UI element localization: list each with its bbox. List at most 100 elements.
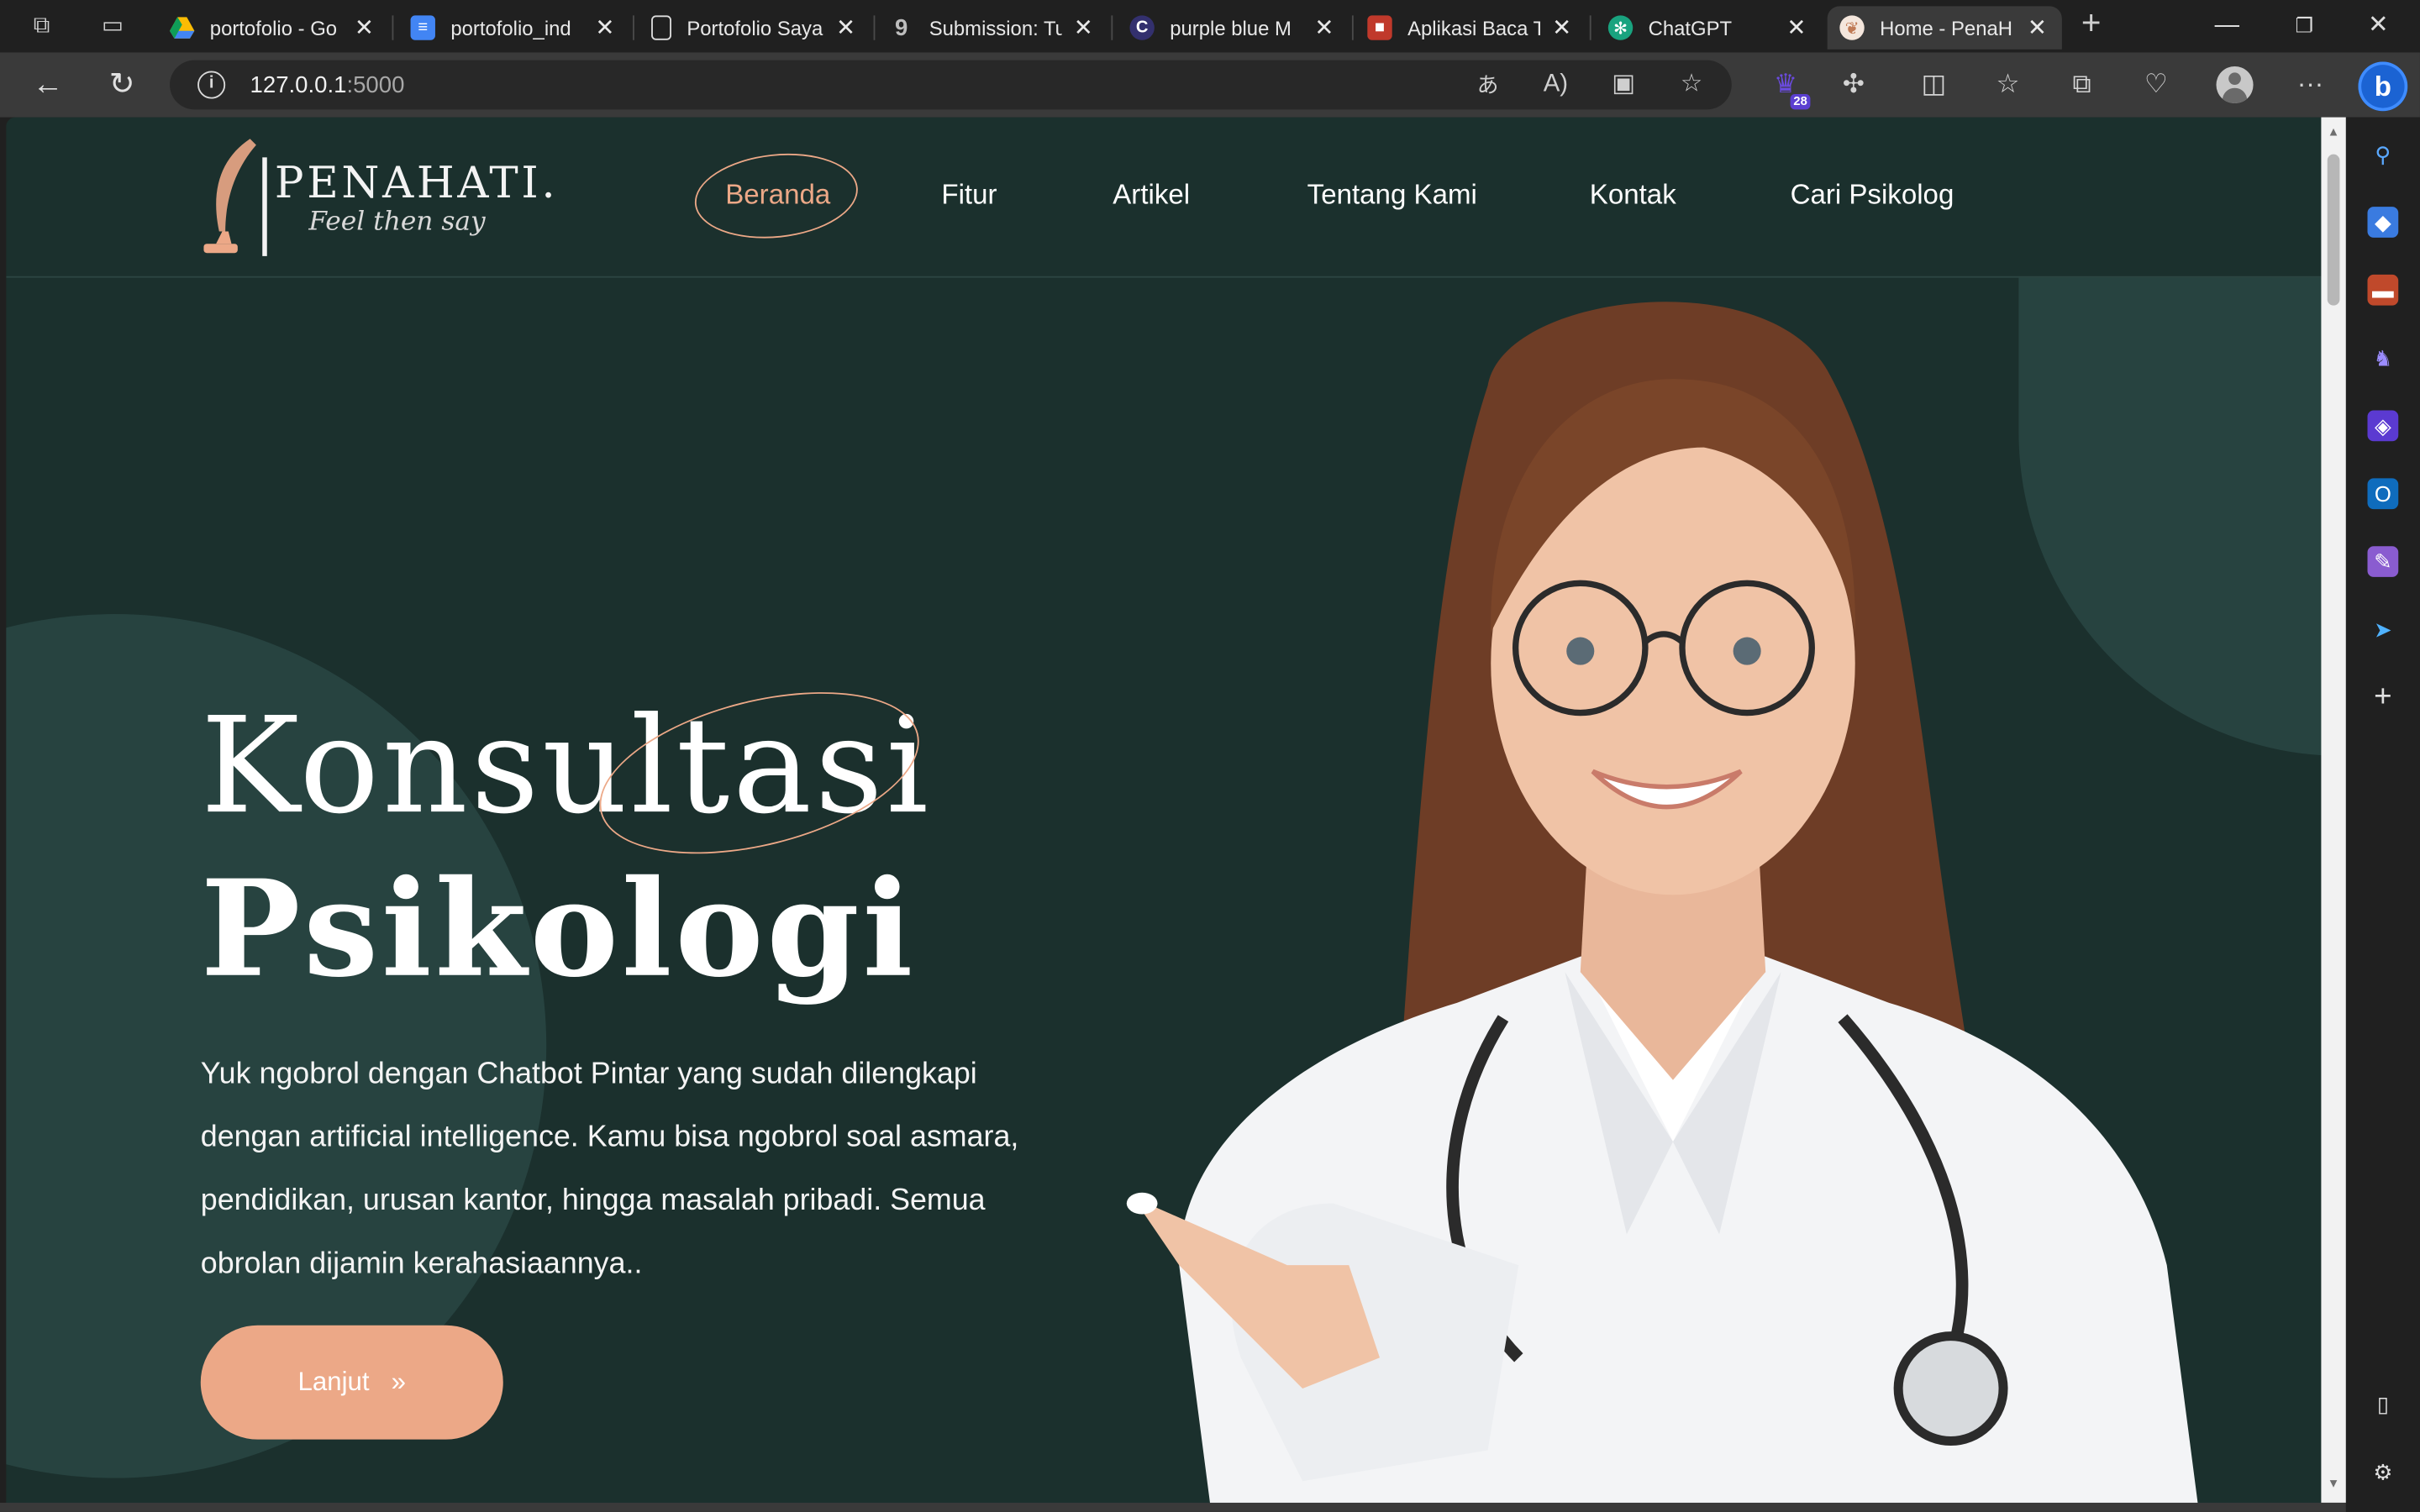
tab-separator [1351,15,1354,40]
edge-sidebar: ⚲ ◆ ▬ ♞ ◈ O ✎ ➤ + ▯ ⚙ [2345,117,2420,1512]
tab-title: portofolio - Go [209,16,338,39]
split-screen-icon[interactable]: ◫ [1917,68,1950,102]
back-icon[interactable]: ← [31,68,65,102]
tab-home-penahati[interactable]: ❦ Home - PenaH ✕ [1827,6,2062,50]
dicoding-icon: 9 [894,14,908,41]
site-header: PENAHATI. Feel then say Beranda Fitur Ar… [6,118,2322,278]
hide-sidebar-icon[interactable]: ▯ [2367,1389,2398,1420]
page-viewport: PENAHATI. Feel then say Beranda Fitur Ar… [6,117,2322,1503]
window-bottom-edge [0,1502,2346,1512]
canva-icon: C [1129,15,1155,40]
scroll-down-icon[interactable]: ▼ [2326,1478,2341,1491]
hero-title-line2: Psikologi [200,851,917,1008]
tab-aplikasi[interactable]: ■ Aplikasi Baca T ✕ [1355,6,1587,49]
address-bar[interactable]: i 127.0.0.1:5000 あ A) ▣ ☆ [170,60,1732,110]
extensions-puzzle-icon[interactable]: ✣ [1837,68,1870,102]
settings-gear-icon[interactable]: ⚙ [2367,1457,2398,1488]
tab-chatgpt[interactable]: ✻ ChatGPT ✕ [1596,6,1821,49]
hero-description: Yuk ngobrol dengan Chatbot Pintar yang s… [200,1057,1019,1281]
close-window-icon[interactable]: ✕ [2361,9,2395,43]
restore-icon[interactable]: ❐ [2287,9,2321,43]
tab-google-docs[interactable]: ≡ portofolio_ind ✕ [398,6,630,49]
tab-title: ChatGPT [1648,16,1733,39]
tab-submission[interactable]: 9 Submission: Tu ✕ [876,6,1108,49]
new-tab-icon[interactable]: + [2077,5,2105,39]
translate-icon[interactable]: あ [1472,70,1503,101]
extension-icon[interactable]: ♛ 28 [1769,68,1811,110]
browser-window: ⧉ ▭ portofolio - Go ✕ ≡ portofolio_ind ✕… [0,0,2420,1512]
performance-icon[interactable]: ♡ [2139,68,2173,102]
tab-title: Submission: Tu [929,16,1062,39]
outlook-icon[interactable]: O [2367,478,2399,510]
tab-separator [392,15,394,40]
scrollbar-thumb[interactable] [2327,154,2340,306]
tab-title: Portofolio Saya [687,16,823,39]
favorite-star-icon[interactable]: ☆ [1676,70,1707,101]
tab-portfolio[interactable]: Portofolio Saya ✕ [639,6,871,49]
close-tab-icon[interactable]: ✕ [2025,14,2049,41]
chatgpt-icon: ✻ [1607,15,1634,40]
designer-icon[interactable]: ✎ [2367,546,2399,577]
more-icon[interactable]: ··· [2293,68,2327,102]
minimize-icon[interactable]: — [2210,9,2244,43]
nav-cari-psikolog[interactable]: Cari Psikolog [1791,179,1954,212]
tab-title: portofolio_ind [450,16,571,39]
toolbar: ← ↻ i 127.0.0.1:5000 あ A) ▣ ☆ ♛ 28 ✣ ◫ ☆ … [0,52,2420,118]
tab-separator [633,15,634,40]
close-tab-icon[interactable]: ✕ [1071,14,1096,41]
site-info-icon[interactable]: i [197,71,226,99]
nav-artikel[interactable]: Artikel [1113,179,1190,212]
games-icon[interactable]: ♞ [2367,343,2398,374]
microsoft-365-icon[interactable]: ◈ [2367,410,2399,442]
nav-kontak[interactable]: Kontak [1590,179,1676,212]
nav-tentang-kami[interactable]: Tentang Kami [1307,179,1477,212]
document-icon [651,15,671,40]
favorites-icon[interactable]: ☆ [1991,68,2024,102]
shopping-tag-icon[interactable]: ◆ [2367,207,2399,238]
tab-strip: ⧉ ▭ portofolio - Go ✕ ≡ portofolio_ind ✕… [0,0,2420,53]
search-icon[interactable]: ⚲ [2367,139,2398,170]
close-tab-icon[interactable]: ✕ [834,14,858,41]
close-tab-icon[interactable]: ✕ [1549,14,1574,41]
nav-beranda[interactable]: Beranda [725,179,830,212]
tab-separator [873,15,876,40]
lanjut-label: Lanjut [297,1367,370,1397]
lanjut-button[interactable]: Lanjut » [200,1325,503,1440]
close-tab-icon[interactable]: ✕ [1312,14,1336,41]
url-host: 127.0.0.1 [250,72,347,99]
tab-actions-icon[interactable]: ▭ [99,13,127,40]
tab-separator [1589,15,1591,40]
immersive-reader-icon[interactable]: ▣ [1608,70,1639,101]
site-logo[interactable]: PENAHATI. Feel then say [194,136,555,260]
read-aloud-icon[interactable]: A) [1540,70,1571,101]
url-text[interactable]: 127.0.0.1:5000 [250,72,405,98]
close-tab-icon[interactable]: ✕ [1784,14,1808,41]
profile-avatar[interactable] [2216,66,2254,104]
workspaces-icon[interactable]: ⧉ [28,13,55,40]
google-drive-icon [170,15,195,39]
close-tab-icon[interactable]: ✕ [592,14,617,41]
extension-badge: 28 [1790,94,1811,110]
page-scrollbar[interactable]: ▲ ▼ [2321,117,2346,1503]
drop-send-icon[interactable]: ➤ [2367,614,2398,645]
tab-title: purple blue M [1170,16,1292,39]
nav-fitur[interactable]: Fitur [941,179,997,212]
close-tab-icon[interactable]: ✕ [352,14,376,41]
refresh-icon[interactable]: ↻ [105,68,139,102]
copilot-icon[interactable]: b [2358,61,2408,112]
double-chevron-right-icon: » [391,1367,407,1397]
tab-separator [1111,15,1113,40]
doctor-photo [1126,302,2198,1503]
tab-google-drive[interactable]: portofolio - Go ✕ [157,6,389,49]
logo-tagline: Feel then say [308,207,486,238]
app-icon: ■ [1367,15,1392,40]
google-docs-icon: ≡ [410,15,435,40]
tools-briefcase-icon[interactable]: ▬ [2367,274,2399,306]
tab-canva[interactable]: C purple blue M ✕ [1118,6,1349,49]
scroll-up-icon[interactable]: ▲ [2326,126,2341,139]
collections-icon[interactable]: ⧉ [2065,68,2099,102]
feather-icon: ❦ [1839,15,1865,40]
tab-title: Home - PenaH [1880,16,2013,39]
add-sidebar-app-icon[interactable]: + [2367,682,2398,713]
url-port: :5000 [346,72,405,99]
